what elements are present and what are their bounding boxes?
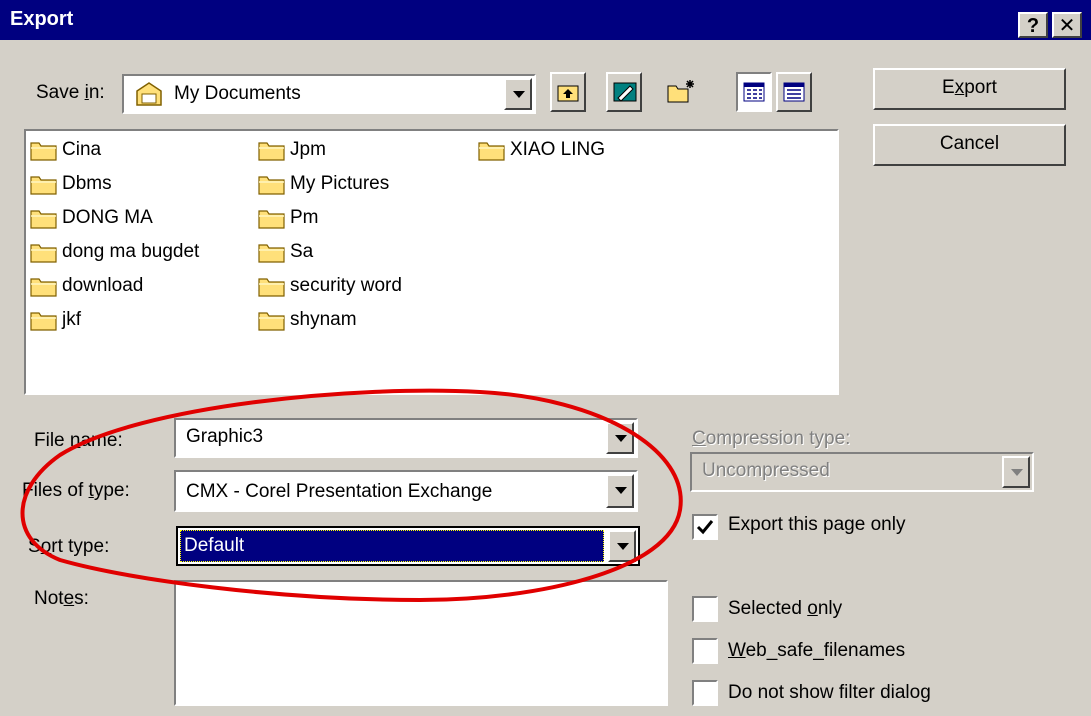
new-folder-icon (667, 80, 694, 103)
folder-name: shynam (290, 309, 357, 330)
file-list-item[interactable]: shynam (258, 305, 357, 335)
up-one-level-icon (557, 85, 579, 102)
folder-icon (258, 176, 285, 195)
folder-icon (30, 312, 57, 331)
selected-only-label[interactable]: Selected only (728, 598, 842, 620)
folder-name: Pm (290, 207, 319, 228)
file-list[interactable]: Cina Dbms DONG MA dong ma bugdet download jkf… (24, 129, 839, 395)
sort-type-label: Sort type: (28, 536, 110, 557)
file-list-item[interactable]: security word (258, 271, 402, 301)
file-name-combo[interactable]: Graphic3 (174, 418, 638, 458)
export-page-only-checkbox[interactable] (692, 514, 718, 540)
no-filter-dialog-checkbox[interactable] (692, 680, 718, 706)
folder-name: jkf (62, 309, 81, 330)
files-of-type-combo[interactable]: CMX - Corel Presentation Exchange (174, 470, 638, 512)
list-view-button[interactable] (736, 72, 772, 112)
file-list-item[interactable]: Sa (258, 237, 313, 267)
sort-type-combo[interactable]: Default (176, 526, 640, 566)
details-view-icon (783, 82, 805, 102)
file-name-dropdown-button[interactable] (606, 422, 634, 454)
folder-name: Sa (290, 241, 314, 262)
web-safe-filenames-checkbox[interactable] (692, 638, 718, 664)
list-view-icon (743, 82, 765, 102)
desktop-icon (613, 82, 637, 102)
folder-name: security word (290, 275, 402, 296)
folder-name: Dbms (62, 173, 112, 194)
cancel-button[interactable]: Cancel (873, 124, 1066, 166)
save-in-combo[interactable]: My Documents (122, 74, 536, 114)
file-list-item[interactable]: Dbms (30, 169, 112, 199)
notes-textarea[interactable] (174, 580, 668, 706)
sort-type-dropdown-button[interactable] (608, 530, 636, 562)
help-button[interactable]: ? (1018, 12, 1048, 38)
file-list-item[interactable]: Pm (258, 203, 319, 233)
compression-type-value: Uncompressed (702, 460, 830, 481)
folder-icon (478, 142, 505, 161)
folder-name: Jpm (290, 139, 326, 160)
file-name-value: Graphic3 (186, 426, 264, 447)
folder-icon (30, 278, 57, 297)
folder-name: download (62, 275, 144, 296)
selected-only-checkbox[interactable] (692, 596, 718, 622)
folder-icon (258, 278, 285, 297)
up-one-level-button[interactable] (550, 72, 586, 112)
window-title: Export (10, 8, 74, 30)
file-list-item[interactable]: jkf (30, 305, 81, 335)
compression-type-combo[interactable]: Uncompressed (690, 452, 1034, 492)
files-of-type-label: Files of type: (22, 480, 130, 501)
export-button[interactable]: Export (873, 68, 1066, 110)
desktop-button[interactable] (606, 72, 642, 112)
save-in-value: My Documents (174, 83, 301, 104)
details-view-button[interactable] (776, 72, 812, 112)
folder-name: DONG MA (62, 207, 153, 228)
new-folder-button[interactable] (662, 72, 698, 112)
file-list-item[interactable]: Cina (30, 135, 101, 165)
compression-dropdown-button[interactable] (1002, 456, 1030, 488)
file-list-item[interactable]: download (30, 271, 143, 301)
file-list-item[interactable]: Jpm (258, 135, 326, 165)
file-list-item[interactable]: My Pictures (258, 169, 389, 199)
sort-type-value: Default (184, 535, 245, 556)
file-name-label: File name: (34, 430, 123, 451)
folder-name: XIAO LING (510, 139, 606, 160)
folder-icon (258, 142, 285, 161)
notes-label: Notes: (34, 588, 89, 609)
files-of-type-value: CMX - Corel Presentation Exchange (186, 481, 493, 502)
folder-name: Cina (62, 139, 102, 160)
folder-icon (258, 244, 285, 263)
files-of-type-dropdown-button[interactable] (606, 474, 634, 508)
folder-icon (30, 244, 57, 263)
web-safe-filenames-label[interactable]: Web_safe_filenames (728, 640, 905, 662)
save-in-label: Save in: (36, 82, 105, 103)
export-page-only-label[interactable]: Export this page only (728, 514, 905, 536)
my-documents-icon (134, 81, 164, 113)
save-in-dropdown-button[interactable] (504, 78, 532, 110)
folder-icon (30, 210, 57, 229)
folder-icon (258, 312, 285, 331)
close-button[interactable]: ✕ (1052, 12, 1082, 38)
folder-icon (258, 210, 285, 229)
no-filter-dialog-label[interactable]: Do not show filter dialog (728, 682, 931, 704)
folder-name: dong ma bugdet (62, 241, 200, 262)
checkmark-icon (696, 520, 714, 535)
file-list-item[interactable]: XIAO LING (478, 135, 605, 165)
file-list-item[interactable]: dong ma bugdet (30, 237, 199, 267)
folder-name: My Pictures (290, 173, 390, 194)
folder-icon (30, 142, 57, 161)
title-bar: Export ? ✕ (0, 0, 1091, 40)
file-list-item[interactable]: DONG MA (30, 203, 153, 233)
compression-type-label: Compression type: (692, 428, 851, 449)
folder-icon (30, 176, 57, 195)
